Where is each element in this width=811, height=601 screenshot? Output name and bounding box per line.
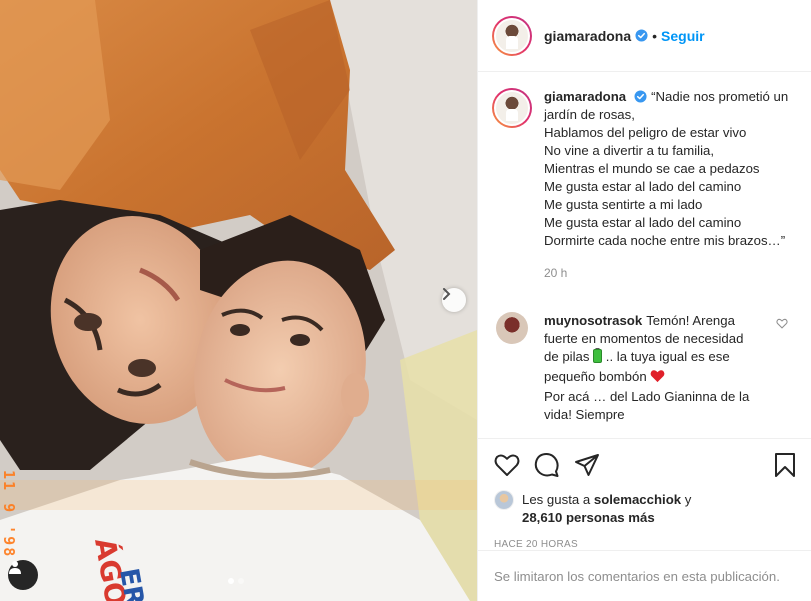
share-button[interactable] [574,453,600,477]
heart-icon [776,318,788,329]
author-username[interactable]: giamaradona [544,28,631,44]
author-avatar[interactable] [492,15,532,56]
caption: giamaradona “Nadie nos prometió un jardín… [478,72,811,282]
likes-text: Les gusta a solemacchiok y 28,610 person… [522,491,691,527]
likes-summary: Les gusta a solemacchiok y 28,610 person… [478,490,811,527]
svg-text:ER: ER [113,566,149,601]
verified-badge-icon [635,29,648,42]
photo-date-stamp: 11 9 '98 [0,470,18,558]
separator-dot: • [652,27,658,44]
caption-timestamp[interactable]: 20 h [544,264,794,282]
carousel-dot [238,578,244,584]
caption-username[interactable]: giamaradona [544,89,626,104]
comment-item: muynosotrasok Temón! Arenga fuerte en mom… [478,282,811,424]
comment-like-button[interactable] [776,316,788,334]
comment-button[interactable] [534,452,560,478]
comments-limited-notice: Se limitaron los comentarios en esta pub… [478,550,811,601]
comment-icon [534,453,559,477]
tagged-people-button[interactable] [8,560,38,590]
post-photo[interactable]: ÁGO ER 11 9 '98 [0,0,477,601]
likes-conjunction: y [684,492,692,507]
chevron-right-icon [443,288,451,300]
share-icon [575,454,599,476]
post-header: giamaradona • Seguir [478,0,811,72]
likes-count[interactable]: 28,610 personas más [522,510,655,525]
action-bar [478,439,811,491]
bookmark-icon [775,453,795,477]
photo-illustration: ÁGO ER [0,0,477,601]
caption-text: “Nadie nos prometió un jardín de rosas, … [544,89,789,248]
person-icon [9,561,21,574]
comment-text-part3: Por acá … del Lado Gianinna de la vida! … [544,389,750,422]
verified-badge-icon [634,90,647,103]
post-date[interactable]: HACE 20 HORAS [478,527,811,550]
caption-author-avatar[interactable] [492,88,532,128]
follow-button[interactable]: Seguir [661,28,705,44]
post-header-text: giamaradona • Seguir [544,28,705,44]
post-details-panel: giamaradona • Seguir giamaradona “Nadie n… [477,0,811,601]
comment-body: muynosotrasok Temón! Arenga fuerte en mom… [544,312,759,424]
liker-username[interactable]: solemacchiok [594,492,681,507]
comments-limited-text: Se limitaron los comentarios en esta pub… [494,568,780,584]
red-heart-emoji [650,369,665,388]
caption-body: giamaradona “Nadie nos prometió un jardín… [544,88,794,282]
heart-icon [494,454,520,476]
likes-prefix: Les gusta a [522,492,591,507]
commenter-avatar[interactable] [496,312,528,344]
next-photo-button[interactable] [442,288,466,312]
carousel-indicator [228,578,244,584]
save-button[interactable] [774,452,796,478]
commenter-username[interactable]: muynosotrasok [544,313,642,328]
photo-date-stamp-text: 11 9 '98 [0,470,18,559]
post-actions: Les gusta a solemacchiok y 28,610 person… [478,438,811,550]
comments-list[interactable]: giamaradona “Nadie nos prometió un jardín… [478,72,811,438]
carousel-dot-active [228,578,234,584]
battery-emoji [593,348,603,368]
like-button[interactable] [494,453,520,477]
liker-avatar[interactable] [494,490,514,510]
